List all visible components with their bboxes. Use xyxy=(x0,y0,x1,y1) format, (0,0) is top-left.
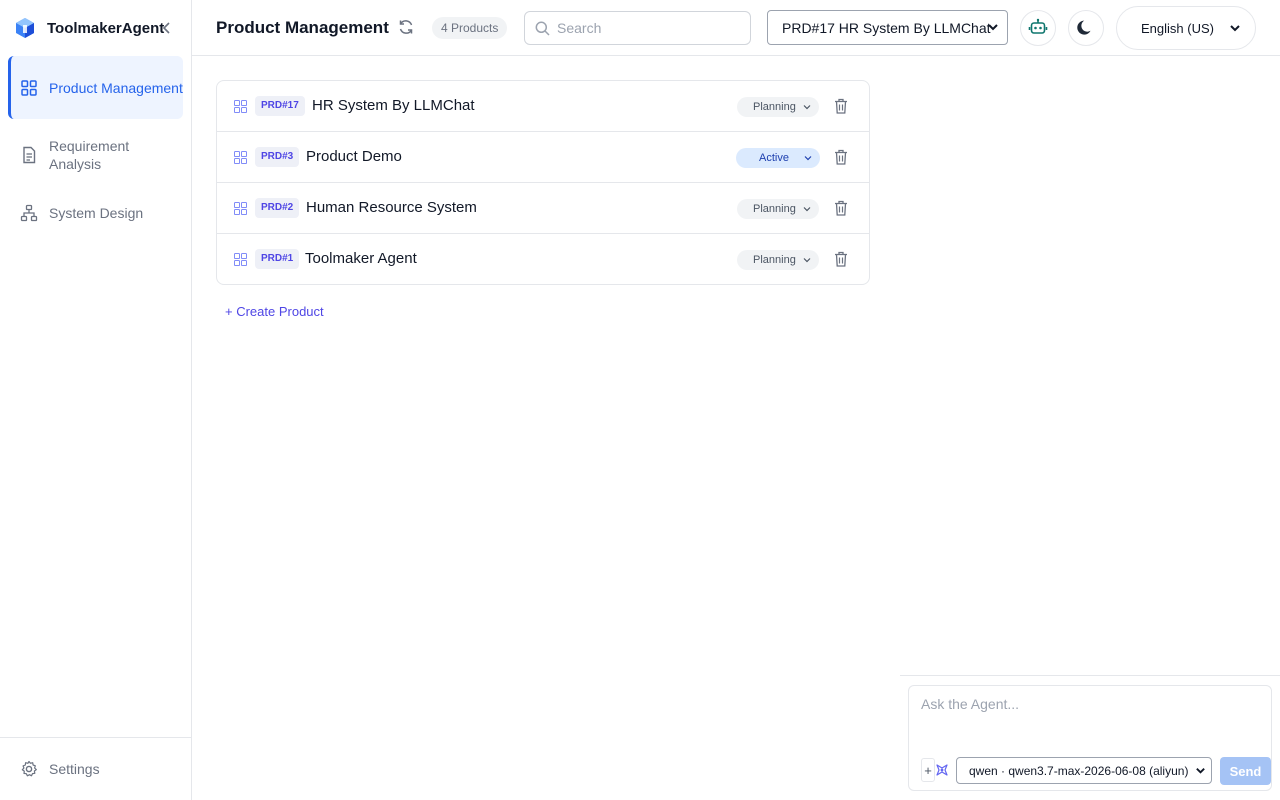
product-code: PRD#2 xyxy=(255,198,300,218)
drag-handle-icon[interactable] xyxy=(234,202,247,215)
search-icon xyxy=(535,21,550,36)
status-dropdown[interactable]: Planning xyxy=(737,250,819,270)
gear-icon xyxy=(21,760,37,777)
collapse-sidebar-button[interactable] xyxy=(158,18,176,38)
create-product-link[interactable]: + Create Product xyxy=(225,304,324,319)
product-row[interactable]: PRD#2 Human Resource System Planning xyxy=(217,183,869,234)
language-value: English (US) xyxy=(1141,20,1214,36)
attach-button[interactable]: + xyxy=(921,758,935,782)
agent-spark-icon[interactable] xyxy=(935,763,949,777)
product-name[interactable]: HR System By LLMChat xyxy=(312,97,475,114)
agent-panel: + qwen · qwen3.7-max-2026-06-08 (aliyun)… xyxy=(895,57,1280,800)
sidebar-item-label: Product Management xyxy=(49,79,183,96)
status-dropdown[interactable]: Planning xyxy=(737,97,819,117)
product-name[interactable]: Human Resource System xyxy=(306,199,477,216)
product-row[interactable]: PRD#17 HR System By LLMChat Planning xyxy=(217,81,869,132)
search-box xyxy=(524,11,751,45)
drag-handle-icon[interactable] xyxy=(234,100,247,113)
product-list: PRD#17 HR System By LLMChat Planning PRD… xyxy=(216,80,870,285)
theme-toggle-button[interactable] xyxy=(1068,10,1104,46)
document-icon xyxy=(23,146,36,164)
trash-icon[interactable] xyxy=(834,251,848,267)
search-input[interactable] xyxy=(557,20,737,36)
sidebar-item-system-design[interactable]: System Design xyxy=(8,194,183,232)
trash-icon[interactable] xyxy=(834,149,848,165)
product-code: PRD#17 xyxy=(255,96,305,116)
sidebar: ToolmakerAgent Product Management Requir… xyxy=(0,0,192,800)
product-name[interactable]: Product Demo xyxy=(306,148,402,165)
app-root: ToolmakerAgent Product Management Requir… xyxy=(0,0,1280,800)
robot-icon xyxy=(1028,18,1048,34)
product-code: PRD#1 xyxy=(255,249,300,269)
status-dropdown[interactable]: Active xyxy=(736,148,820,168)
brand: ToolmakerAgent xyxy=(14,14,184,42)
status-dropdown[interactable]: Planning xyxy=(737,199,819,219)
refresh-button[interactable] xyxy=(397,18,415,38)
product-code: PRD#3 xyxy=(255,147,300,167)
agent-composer: + qwen · qwen3.7-max-2026-06-08 (aliyun)… xyxy=(908,685,1272,791)
sidebar-divider xyxy=(0,737,191,738)
status-label: Planning xyxy=(753,101,796,113)
refresh-icon xyxy=(399,20,413,34)
trash-icon[interactable] xyxy=(834,98,848,114)
product-row[interactable]: PRD#1 Toolmaker Agent Planning xyxy=(217,234,869,284)
status-label: Active xyxy=(759,152,789,164)
product-select-value: PRD#17 HR System By LLMChat xyxy=(782,19,991,36)
sidebar-item-label: System Design xyxy=(49,205,144,221)
agent-toggle-button[interactable] xyxy=(1020,10,1056,46)
product-row[interactable]: PRD#3 Product Demo Active xyxy=(217,132,869,183)
sidebar-item-label: Settings xyxy=(49,761,100,777)
drag-handle-icon[interactable] xyxy=(234,151,247,164)
product-name[interactable]: Toolmaker Agent xyxy=(305,250,417,267)
sidebar-item-requirement-analysis[interactable]: Requirement Analysis xyxy=(8,126,183,184)
agent-prompt-input[interactable] xyxy=(909,686,1271,750)
sidebar-item-label: Requirement Analysis xyxy=(49,138,130,172)
sidebar-item-product-management[interactable]: Product Management xyxy=(8,56,183,119)
logo-icon xyxy=(16,18,34,38)
product-select[interactable]: PRD#17 HR System By LLMChat xyxy=(767,10,1008,45)
model-select[interactable]: qwen · qwen3.7-max-2026-06-08 (aliyun) xyxy=(956,757,1212,784)
chevron-down-icon xyxy=(988,24,998,31)
header: Product Management 4 Products PRD#17 HR … xyxy=(192,0,1280,56)
sitemap-icon xyxy=(20,204,38,222)
chevron-down-icon xyxy=(803,258,811,263)
agent-panel-divider xyxy=(900,675,1280,676)
send-button[interactable]: Send xyxy=(1220,757,1271,785)
product-count-badge: 4 Products xyxy=(432,17,508,39)
sidebar-item-settings[interactable]: Settings xyxy=(8,750,183,788)
chevron-down-icon xyxy=(804,156,812,161)
chevron-down-icon xyxy=(1230,25,1240,32)
brand-name: ToolmakerAgent xyxy=(47,19,165,37)
trash-icon[interactable] xyxy=(834,200,848,216)
chevron-down-icon xyxy=(803,105,811,110)
model-value: qwen · qwen3.7-max-2026-06-08 (aliyun) xyxy=(969,763,1189,778)
moon-icon xyxy=(1077,20,1091,35)
grid-icon xyxy=(21,79,37,96)
drag-handle-icon[interactable] xyxy=(234,253,247,266)
page-title: Product Management xyxy=(216,18,389,37)
language-select[interactable]: English (US) xyxy=(1116,6,1256,50)
status-label: Planning xyxy=(753,203,796,215)
status-label: Planning xyxy=(753,254,796,266)
chevron-left-icon xyxy=(162,22,170,34)
chevron-down-icon xyxy=(803,207,811,212)
chevron-down-icon xyxy=(1196,768,1205,774)
